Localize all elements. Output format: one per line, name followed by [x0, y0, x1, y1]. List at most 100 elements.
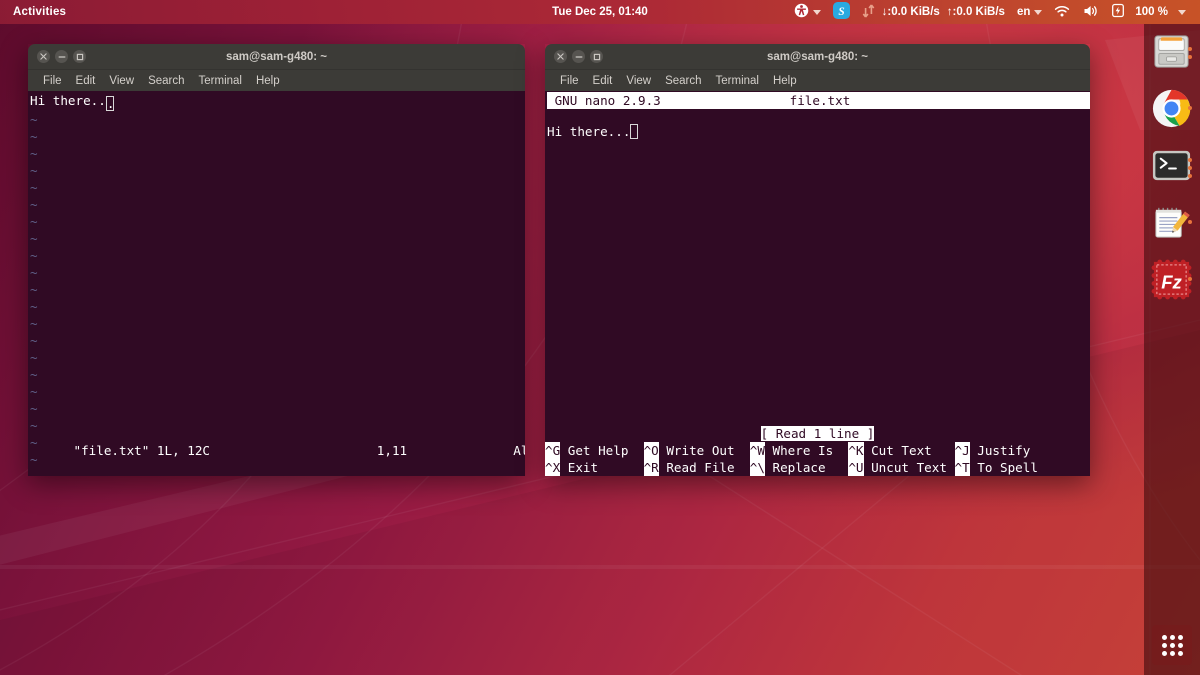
menu-terminal[interactable]: Terminal	[192, 75, 249, 87]
nano-editor-area[interactable]: GNU nano 2.9.3 file.txt Hi there... [ Re…	[545, 91, 1090, 476]
vim-status-file: "file.txt" 1L, 12C	[73, 443, 210, 458]
vim-tilde: ~	[30, 367, 38, 382]
nano-shortcut-label: Where Is	[764, 443, 849, 458]
skype-indicator[interactable]: S	[827, 0, 856, 24]
menu-view[interactable]: View	[102, 75, 141, 87]
nano-shortcut[interactable]: ^G Get Help	[545, 442, 644, 459]
vim-tilde: ~	[30, 197, 38, 212]
show-applications-button[interactable]	[1152, 625, 1192, 665]
terminal-window-vim[interactable]: sam@sam-g480: ~ File Edit View Search Te…	[28, 44, 525, 476]
nano-shortcut-label: Exit	[560, 460, 644, 475]
dock-item-filezilla[interactable]: Fz	[1150, 258, 1193, 301]
vim-tilde: ~	[30, 146, 38, 161]
vim-tilde: ~	[30, 384, 38, 399]
network-transfer-icon	[862, 4, 875, 21]
nano-shortcut-row-1: ^G Get Help ^O Write Out ^W Where Is ^K …	[545, 442, 1090, 459]
vim-tilde: ~	[30, 129, 38, 144]
dock-item-terminal[interactable]	[1150, 144, 1193, 187]
accessibility-menu[interactable]	[788, 0, 827, 24]
chevron-down-icon	[812, 9, 821, 15]
vim-editor-area[interactable]: Hi there... ~ ~ ~ ~ ~ ~ ~ ~ ~ ~ ~ ~ ~ ~ ~ ~ ~ ~ ~ ~ ~ "file.…	[28, 91, 525, 476]
nano-shortcut-label: Uncut Text	[863, 460, 955, 475]
vim-window-title: sam@sam-g480: ~	[225, 50, 328, 63]
running-indicator-terminal	[1187, 157, 1192, 179]
vim-tilde: ~	[30, 299, 38, 314]
dock-item-google-chrome[interactable]	[1150, 87, 1193, 130]
nano-shortcut[interactable]: ^T To Spell	[954, 459, 1054, 476]
clock[interactable]: Tue Dec 25, 01:40	[552, 6, 648, 18]
nano-message: [ Read 1 line ]	[760, 426, 875, 441]
vim-tilde: ~	[30, 231, 38, 246]
nano-shortcut[interactable]: ^U Uncut Text	[848, 459, 954, 476]
nano-shortcut[interactable]: ^K Cut Text	[848, 442, 954, 459]
activities-button[interactable]: Activities	[0, 6, 80, 18]
maximize-button[interactable]	[590, 50, 603, 63]
running-indicator-text-editor	[1187, 220, 1192, 228]
vim-tilde: ~	[30, 163, 38, 178]
nano-shortcut[interactable]: ^O Write Out	[643, 442, 750, 459]
grid-dot	[1161, 650, 1167, 656]
vim-tilde: ~	[30, 316, 38, 331]
vim-tilde: ~	[30, 180, 38, 195]
nano-shortcut[interactable]: ^J Justify	[954, 442, 1054, 459]
menu-terminal[interactable]: Terminal	[709, 75, 766, 87]
running-indicator-files	[1187, 42, 1192, 64]
nano-shortcut[interactable]: ^\ Replace	[749, 459, 849, 476]
vim-status-scroll: All	[513, 443, 525, 458]
download-speed: ↓:0.0 KiB/s	[881, 6, 940, 18]
menu-file[interactable]: File	[36, 75, 69, 87]
vim-tilde: ~	[30, 265, 38, 280]
nano-text-line: Hi there...	[547, 123, 1090, 140]
menu-view[interactable]: View	[619, 75, 658, 87]
chevron-down-icon	[1034, 9, 1043, 15]
menu-help[interactable]: Help	[249, 75, 287, 87]
close-button[interactable]	[554, 50, 567, 63]
nano-shortcut-key: ^J	[954, 442, 970, 459]
nano-shortcut-label: Get Help	[560, 443, 644, 458]
network-speed-indicator[interactable]: ↓:0.0 KiB/s ↑:0.0 KiB/s	[856, 0, 1011, 24]
nano-shortcut-label: Write Out	[658, 443, 750, 458]
nano-shortcut[interactable]: ^W Where Is	[749, 442, 849, 459]
skype-icon: S	[832, 2, 850, 22]
volume-icon	[1083, 4, 1099, 21]
system-menu[interactable]: 100 %	[1048, 0, 1192, 24]
nano-shortcut-key: ^X	[545, 459, 561, 476]
nano-shortcut-key: ^K	[848, 442, 864, 459]
grid-dot	[1169, 642, 1175, 648]
dock-item-text-editor[interactable]	[1150, 201, 1193, 244]
nano-shortcut-key: ^T	[954, 459, 970, 476]
dock: Fz	[1144, 24, 1200, 675]
nano-shortcut[interactable]: ^R Read File	[643, 459, 750, 476]
grid-dot	[1169, 650, 1175, 656]
dock-item-files[interactable]	[1150, 30, 1193, 73]
nano-shortcut-bar: [ Read 1 line ] ^G Get Help ^O Write Out…	[545, 425, 1090, 476]
minimize-button[interactable]	[55, 50, 68, 63]
nano-shortcut-label: To Spell	[969, 460, 1054, 475]
maximize-button[interactable]	[73, 50, 86, 63]
menu-help[interactable]: Help	[766, 75, 804, 87]
keyboard-layout-menu[interactable]: en	[1011, 0, 1048, 24]
nano-cursor	[630, 124, 639, 139]
grid-dot	[1161, 634, 1167, 640]
menu-edit[interactable]: Edit	[69, 75, 103, 87]
nano-shortcut[interactable]: ^X Exit	[545, 459, 644, 476]
menu-search[interactable]: Search	[658, 75, 708, 87]
nano-shortcut-key: ^W	[749, 442, 765, 459]
menu-search[interactable]: Search	[141, 75, 191, 87]
vim-status-line: "file.txt" 1L, 12C 1,11 All	[28, 425, 526, 476]
nano-titlebar[interactable]: sam@sam-g480: ~	[545, 44, 1090, 70]
grid-dot	[1177, 634, 1183, 640]
menu-edit[interactable]: Edit	[586, 75, 620, 87]
nano-shortcut-row-2: ^X Exit ^R Read File ^\ Replace ^U Uncut…	[545, 459, 1090, 476]
terminal-window-nano[interactable]: sam@sam-g480: ~ File Edit View Search Te…	[545, 44, 1090, 476]
battery-level: 100 %	[1135, 6, 1168, 18]
vim-titlebar[interactable]: sam@sam-g480: ~	[28, 44, 525, 70]
running-indicator-chrome	[1187, 106, 1192, 114]
grid-dot	[1177, 642, 1183, 648]
top-bar: Activities Tue Dec 25, 01:40 S ↓:0.0 KiB…	[0, 0, 1200, 24]
menu-file[interactable]: File	[553, 75, 586, 87]
minimize-button[interactable]	[572, 50, 585, 63]
nano-menubar: File Edit View Search Terminal Help	[545, 70, 1090, 91]
close-button[interactable]	[37, 50, 50, 63]
vim-tilde: ~	[30, 333, 38, 348]
